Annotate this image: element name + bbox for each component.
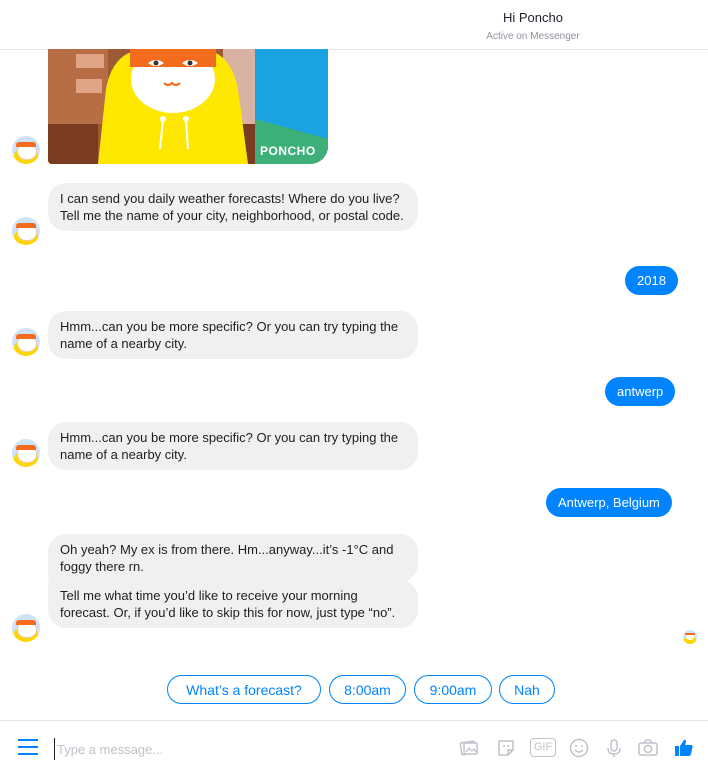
message-input[interactable]: [54, 738, 439, 760]
message-bubble-bot: Oh yeah? My ex is from there. Hm...anywa…: [48, 534, 418, 582]
gif-icon[interactable]: GIF: [530, 737, 556, 759]
emoji-icon[interactable]: [568, 737, 590, 759]
message-bubble-bot: Hmm...can you be more specific? Or you c…: [48, 311, 418, 359]
message-bubble-user: Antwerp, Belgium: [546, 488, 672, 517]
message-composer: GIF: [0, 720, 708, 771]
message-bubble-user: antwerp: [605, 377, 676, 406]
microphone-icon[interactable]: [603, 737, 625, 759]
conversation-title[interactable]: Hi Poncho: [433, 10, 633, 25]
sticker-icon[interactable]: [495, 737, 517, 759]
image-gallery-icon[interactable]: [458, 737, 480, 759]
quick-reply-nah[interactable]: Nah: [499, 675, 555, 704]
poncho-avatar[interactable]: [12, 328, 40, 356]
message-bubble-bot: I can send you daily weather forecasts! …: [48, 183, 418, 231]
message-bubble-bot: Hmm...can you be more specific? Or you c…: [48, 422, 418, 470]
quick-reply-9am[interactable]: 9:00am: [414, 675, 492, 704]
message-bubble-user: 2018: [625, 266, 678, 295]
message-bubble-bot: Tell me what time you’d like to receive …: [48, 580, 418, 628]
poncho-brand-label: PONCHO: [260, 144, 316, 158]
quick-reply-whats-a-forecast[interactable]: What’s a forecast?: [167, 675, 321, 704]
active-status: Active on Messenger: [486, 31, 580, 42]
quick-replies: What’s a forecast? 8:00am 9:00am Nah: [0, 675, 708, 705]
poncho-avatar[interactable]: [12, 614, 40, 642]
poncho-avatar[interactable]: [12, 217, 40, 245]
seen-indicator-avatar: [683, 630, 697, 644]
camera-icon[interactable]: [637, 737, 659, 759]
poncho-avatar[interactable]: [12, 439, 40, 467]
menu-icon[interactable]: [18, 739, 38, 755]
conversation-header: Hi Poncho Active on Messenger: [0, 0, 708, 50]
poncho-image-card[interactable]: PONCHO: [48, 49, 328, 164]
quick-reply-8am[interactable]: 8:00am: [329, 675, 406, 704]
gif-label: GIF: [530, 738, 556, 757]
poncho-avatar[interactable]: [12, 136, 40, 164]
thumbs-up-icon[interactable]: [673, 737, 695, 759]
